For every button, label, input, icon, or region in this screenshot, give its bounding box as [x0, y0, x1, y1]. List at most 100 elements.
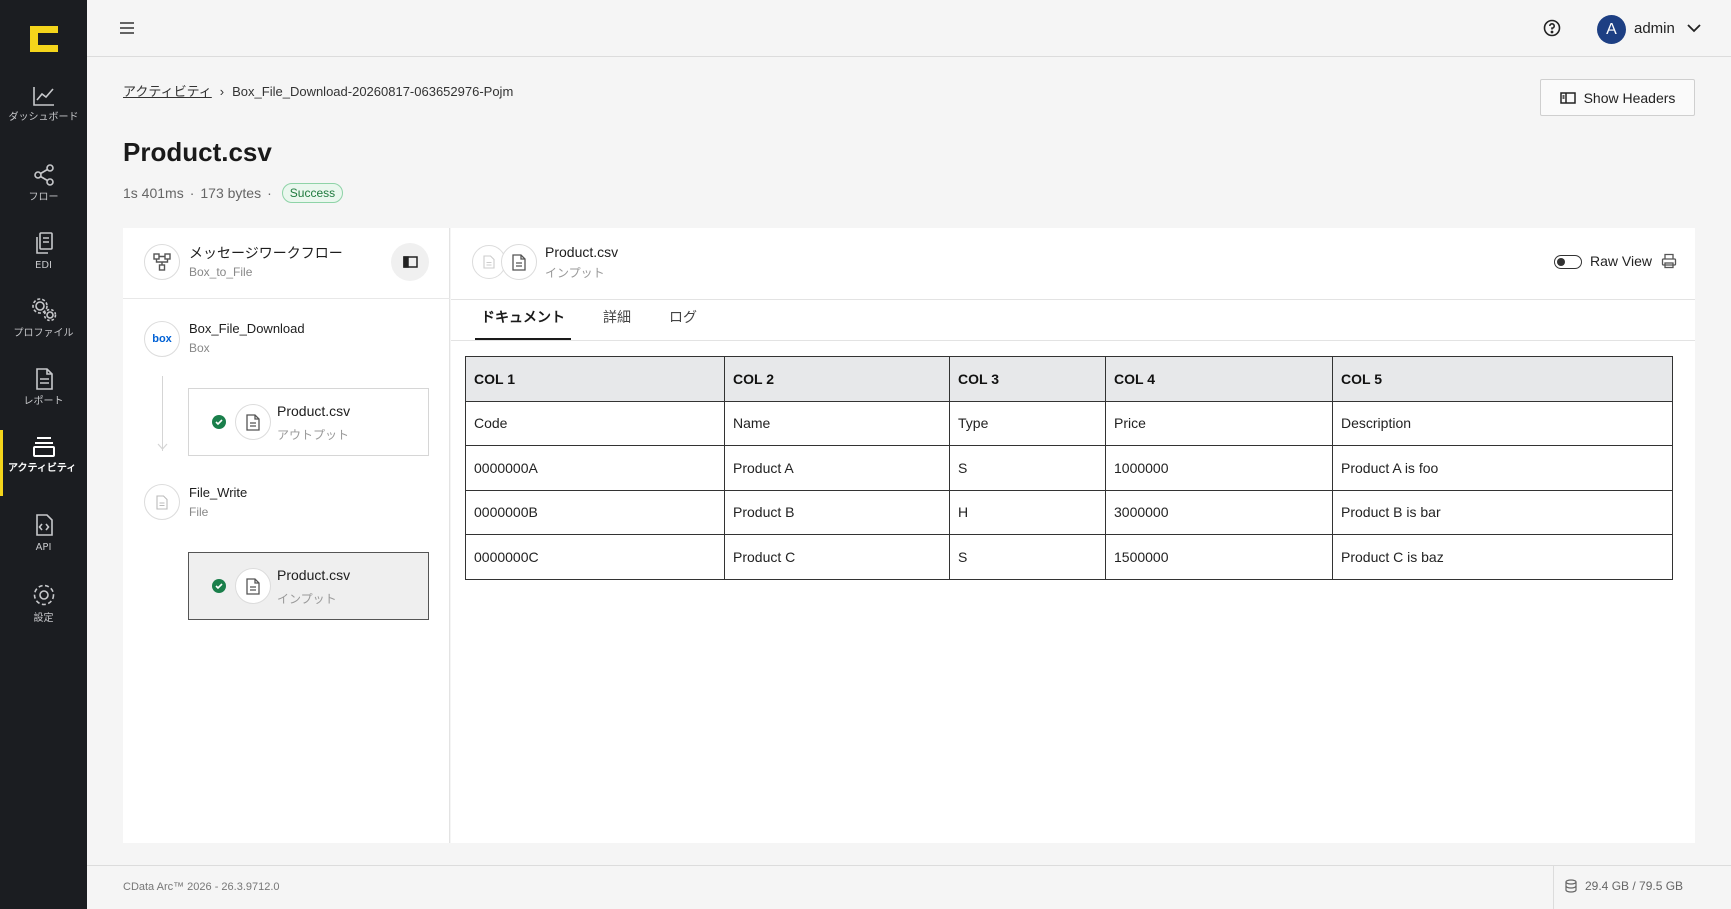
- column-header: COL 4: [1105, 356, 1333, 402]
- workflow-subtitle: Box_to_File: [189, 265, 253, 279]
- table-cell: 0000000A: [465, 445, 725, 491]
- sidebar-item-label: EDI: [35, 260, 52, 271]
- database-icon: [1565, 879, 1577, 893]
- cdata-logo[interactable]: [30, 26, 58, 52]
- sidebar-item-edi[interactable]: EDI: [0, 231, 87, 271]
- help-icon[interactable]: [1543, 19, 1561, 37]
- sidebar-item-reports[interactable]: レポート: [0, 367, 87, 407]
- file-icon: [501, 244, 537, 280]
- column-header: COL 1: [465, 356, 725, 402]
- table-cell: Product A: [724, 445, 950, 491]
- sidebar-item-label: レポート: [23, 396, 64, 407]
- node-type: Box: [189, 341, 210, 355]
- code-file-icon: [35, 514, 53, 536]
- sidebar-item-dashboard[interactable]: ダッシュボード: [0, 85, 87, 123]
- box-logo-icon: box: [144, 321, 180, 357]
- breadcrumb-link-activity[interactable]: アクティビティ: [123, 84, 212, 99]
- tab-document[interactable]: ドキュメント: [475, 306, 571, 340]
- workflow-panel: メッセージワークフロー Box_to_File box Box_File_Dow…: [123, 228, 450, 843]
- raw-view-label: Raw View: [1590, 253, 1652, 269]
- file-icon: [235, 568, 271, 604]
- table-row: Code Name Type Price Description: [465, 400, 1673, 446]
- tab-details[interactable]: 詳細: [597, 306, 637, 340]
- table-cell: Name: [724, 400, 950, 446]
- table-cell: S: [949, 534, 1106, 580]
- table-row: 0000000A Product A S 1000000 Product A i…: [465, 445, 1673, 491]
- sidebar-item-activity[interactable]: アクティビティ: [0, 430, 87, 496]
- data-table: COL 1 COL 2 COL 3 COL 4 COL 5 Code Name …: [465, 356, 1673, 580]
- sidebar-item-api[interactable]: API: [0, 513, 87, 553]
- divider: [1553, 866, 1554, 909]
- gears-icon: [31, 298, 56, 322]
- check-icon: [212, 579, 226, 593]
- table-cell: 3000000: [1105, 489, 1333, 535]
- chart-line-icon: [32, 87, 54, 106]
- meta-separator: ·: [267, 185, 272, 201]
- file-direction: インプット: [277, 592, 337, 606]
- sidebar-item-flows[interactable]: フロー: [0, 163, 87, 203]
- meta-separator: ·: [189, 185, 195, 201]
- menu-icon[interactable]: [119, 21, 135, 35]
- storage-text: 29.4 GB / 79.5 GB: [1585, 879, 1684, 893]
- show-headers-label: Show Headers: [1583, 89, 1676, 106]
- chevron-down-icon[interactable]: [1687, 24, 1701, 33]
- node-name[interactable]: Box_File_Download: [189, 321, 305, 336]
- file-name: Product.csv: [277, 403, 351, 419]
- document-title: Product.csv: [545, 244, 619, 260]
- table-cell: Code: [465, 400, 725, 446]
- print-icon[interactable]: [1661, 253, 1677, 269]
- breadcrumb-separator: ›: [219, 84, 225, 99]
- breadcrumb: アクティビティ › Box_File_Download-20260817-06365…: [123, 81, 513, 100]
- username[interactable]: admin: [1634, 20, 1675, 37]
- divider: [451, 299, 1695, 300]
- table-cell: Price: [1105, 400, 1333, 446]
- raw-view-toggle[interactable]: [1554, 255, 1582, 269]
- column-header: COL 3: [949, 356, 1106, 402]
- file-icon: [235, 404, 271, 440]
- settings-gear-icon: [33, 584, 54, 606]
- table-cell: Product B is bar: [1332, 489, 1673, 535]
- node-type: File: [189, 505, 209, 519]
- workflow-icon: [144, 244, 180, 280]
- sidebar-item-label: API: [35, 542, 52, 553]
- status-badge: Success: [281, 183, 344, 203]
- file-name: Product.csv: [277, 567, 351, 583]
- document-subtitle: インプット: [545, 266, 605, 280]
- table-cell: 1000000: [1105, 445, 1333, 491]
- table-cell: Description: [1332, 400, 1673, 446]
- storage-usage: 29.4 GB / 79.5 GB: [1565, 879, 1683, 893]
- file-card-input[interactable]: Product.csv インプット: [188, 552, 429, 620]
- table-cell: Product B: [724, 489, 950, 535]
- table-cell: Product C: [724, 534, 950, 580]
- arrow-down-icon: [157, 443, 168, 450]
- table-cell: Product A is foo: [1332, 445, 1673, 491]
- sidebar: ダッシュボード フロー EDI プロファイル レポート アクティビティ API …: [0, 0, 87, 909]
- sidebar-item-profile[interactable]: プロファイル: [0, 297, 87, 339]
- message-meta: 1s 401ms · 173 bytes · Success: [123, 183, 344, 203]
- page-title: Product.csv: [123, 137, 272, 167]
- divider: [123, 298, 450, 299]
- file-size: 173 bytes: [200, 185, 262, 201]
- version-text: CData Arc™ 2026 - 26.3.9712.0: [123, 881, 280, 893]
- table-cell: S: [949, 445, 1106, 491]
- sidebar-item-settings[interactable]: 設定: [0, 582, 87, 624]
- breadcrumb-current: Box_File_Download-20260817-063652976-Poj…: [232, 84, 514, 99]
- tab-log[interactable]: ログ: [663, 306, 703, 340]
- sidebar-toggle-icon: [402, 256, 418, 268]
- document-panel: Product.csv インプット Raw View ドキュメント 詳細 ログ …: [451, 228, 1695, 843]
- file-connector-icon: [144, 484, 180, 520]
- stack-icon: [32, 437, 55, 457]
- show-headers-button[interactable]: Show Headers: [1540, 79, 1695, 116]
- file-card-output[interactable]: Product.csv アウトプット: [188, 388, 429, 456]
- table-cell: 1500000: [1105, 534, 1333, 580]
- sidebar-item-label: アクティビティ: [8, 463, 77, 474]
- share-nodes-icon: [33, 164, 54, 186]
- collapse-panel-button[interactable]: [391, 243, 429, 281]
- table-cell: Type: [949, 400, 1106, 446]
- node-name[interactable]: File_Write: [189, 485, 247, 500]
- footer: CData Arc™ 2026 - 26.3.9712.0 29.4 GB / …: [87, 865, 1731, 909]
- timeline-line: [162, 376, 163, 451]
- avatar[interactable]: A: [1597, 15, 1626, 44]
- table-cell: H: [949, 489, 1106, 535]
- table-cell: Product C is baz: [1332, 534, 1673, 580]
